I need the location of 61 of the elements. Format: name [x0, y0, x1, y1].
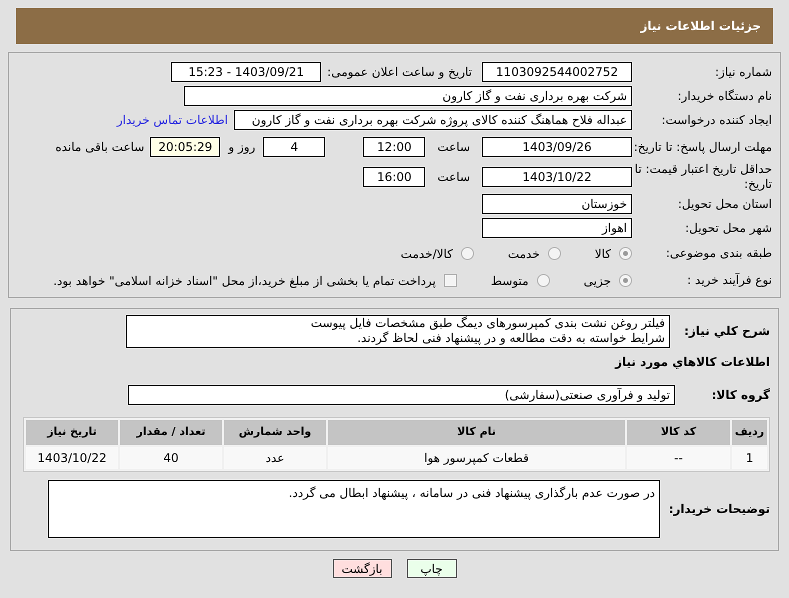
radio-button[interactable] — [619, 247, 632, 260]
field-label: کالا — [594, 246, 611, 262]
radio-button[interactable] — [548, 247, 561, 260]
column-header: تعداد / مقدار — [120, 420, 222, 445]
field-label: شرح کلي نياز: — [683, 324, 770, 339]
field-label: خدمت — [508, 246, 540, 262]
section-heading: اطلاعات کالاهاي مورد نياز — [614, 354, 770, 371]
text-field[interactable]: 12:00 — [363, 137, 426, 157]
field-label: حداقل تاریخ اعتبار قیمت: تا تاریخ: — [634, 162, 772, 192]
text-field[interactable]: شرکت بهره برداری نفت و گاز کارون — [184, 86, 632, 106]
field-label: گروه کالا: — [710, 388, 770, 402]
column-header: تاریخ نیاز — [26, 420, 118, 445]
remaining-time-field[interactable]: 20:05:29 — [150, 137, 220, 157]
text-field[interactable]: 16:00 — [363, 167, 426, 187]
description-textarea[interactable]: فیلتر روغن نشت بندی کمپرسورهای دیمگ طبق مشخصات فایل پیوست شرایط خواسته به دقت مطالعه و در پیشنهاد فنی لحاظ گردند. — [126, 315, 670, 348]
text-field[interactable]: 1403/10/22 — [482, 167, 632, 187]
field-label: ساعت — [437, 139, 470, 156]
field-label: روز و — [228, 139, 256, 156]
page-title: جزئیات اطلاعات نیاز — [640, 18, 761, 35]
table-cell: 1 — [732, 447, 767, 469]
column-header: ردیف — [732, 420, 767, 445]
column-header: واحد شمارش — [224, 420, 326, 445]
field-label: شماره نیاز: — [714, 64, 772, 80]
field-label: شهر محل تحویل: — [684, 220, 772, 236]
field-label: تاریخ و ساعت اعلان عمومی: — [327, 64, 472, 81]
buyer-notes-textarea[interactable]: در صورت عدم بارگذاری پیشنهاد فنی در سامانه ، پیشنهاد ابطال می گردد. — [48, 480, 660, 538]
field-label: ساعت — [437, 169, 470, 186]
field-label: نام دستگاه خریدار: — [676, 88, 772, 104]
column-header: نام کالا — [328, 420, 625, 445]
text-field[interactable]: 1403/09/26 — [482, 137, 632, 157]
field-label: ایجاد کننده درخواست: — [660, 112, 772, 128]
table-cell: 1403/10/22 — [26, 447, 118, 469]
text-field[interactable]: اهواز — [482, 218, 632, 238]
text-field[interactable]: 1403/09/21 - 15:23 — [171, 62, 322, 82]
field-label: ساعت باقی مانده — [55, 139, 144, 156]
field-label: مهلت ارسال پاسخ: تا تاریخ: — [632, 140, 772, 154]
text-field[interactable]: 1103092544002752 — [482, 62, 632, 82]
text-field[interactable]: تولید و فرآوری صنعتی(سفارشی) — [128, 385, 675, 405]
radio-button[interactable] — [460, 247, 474, 260]
text-field[interactable]: 4 — [263, 137, 326, 157]
print-button[interactable]: چاپ — [406, 559, 456, 578]
field-label: توضیحات خریدار: — [668, 502, 770, 516]
field-label: متوسط — [490, 272, 529, 290]
table-cell: عدد — [224, 447, 326, 469]
text-field[interactable]: خوزستان — [482, 194, 632, 214]
radio-button[interactable] — [536, 274, 550, 287]
field-label: طبقه بندی موضوعی: — [664, 246, 772, 261]
back-button[interactable]: بازگشت — [332, 559, 392, 578]
field-label: جزیی — [584, 272, 611, 290]
table-cell: 40 — [120, 447, 222, 469]
field-label: کالا/خدمت — [400, 246, 453, 262]
buyer-contact-link[interactable]: اطلاعات تماس خریدار — [116, 111, 228, 129]
radio-button[interactable] — [619, 274, 632, 287]
field-label: نوع فرآیند خرید : — [686, 273, 772, 288]
field-label: پرداخت تمام یا بخشی از مبلغ خرید،از محل "اسناد خزانه اسلامی" خواهد بود. — [53, 272, 436, 290]
table-cell: -- — [627, 447, 730, 469]
checkbox[interactable] — [444, 274, 457, 287]
column-header: کد کالا — [627, 420, 730, 445]
table-cell: قطعات کمپرسور هوا — [328, 447, 625, 469]
field-label: استان محل تحویل: — [676, 196, 772, 212]
text-field[interactable]: عبداله فلاح هماهنگ کننده کالای پروژه شرکت بهره برداری نفت و گاز کارون — [234, 110, 632, 130]
